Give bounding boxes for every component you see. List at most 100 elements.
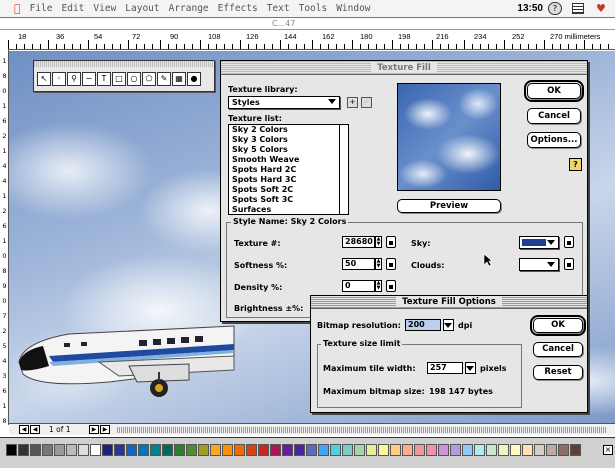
palette-swatch[interactable] [258, 444, 269, 456]
first-page-icon[interactable]: ◀ [19, 425, 29, 434]
list-item[interactable]: Spots Soft 2C [229, 185, 348, 195]
list-item[interactable]: Surfaces [229, 205, 348, 215]
palette-swatch[interactable] [306, 444, 317, 456]
help-menu-icon[interactable]: ? [548, 2, 562, 15]
help-icon[interactable]: ? [569, 158, 582, 171]
palette-swatch[interactable] [510, 444, 521, 456]
palette-swatch[interactable] [426, 444, 437, 456]
palette-swatch[interactable] [42, 444, 53, 456]
palette-swatch[interactable] [90, 444, 101, 456]
lock-icon[interactable] [564, 258, 574, 270]
menu-tools[interactable]: Tools [299, 3, 328, 14]
palette-swatch[interactable] [354, 444, 365, 456]
palette-swatch[interactable] [414, 444, 425, 456]
palette-swatch[interactable] [174, 444, 185, 456]
softness-field[interactable]: 50 [342, 258, 375, 270]
ellipse-tool-icon[interactable]: ○ [127, 72, 141, 86]
menu-window[interactable]: Window [336, 3, 370, 14]
lock-icon[interactable] [386, 258, 396, 270]
sky-color-picker[interactable] [519, 236, 559, 249]
options-ok-button[interactable]: OK [530, 315, 586, 336]
list-item[interactable]: Spots Hard 2C [229, 165, 348, 175]
add-texture-button[interactable]: + [347, 97, 358, 108]
list-item[interactable]: Spots Soft 3C [229, 195, 348, 205]
clouds-color-picker[interactable] [519, 258, 559, 271]
softness-stepper[interactable]: ▲ ▼ [375, 258, 382, 270]
palette-swatch[interactable] [330, 444, 341, 456]
horizontal-scrollbar[interactable] [117, 427, 607, 433]
palette-swatch[interactable] [186, 444, 197, 456]
toolbox-grip[interactable] [34, 61, 214, 67]
palette-swatch[interactable] [78, 444, 89, 456]
palette-swatch[interactable] [402, 444, 413, 456]
bitmap-resolution-field[interactable]: 200 [405, 319, 441, 331]
menu-edit[interactable]: Edit [62, 3, 85, 14]
lock-icon[interactable] [386, 236, 396, 248]
last-page-icon[interactable]: ▶ [100, 425, 110, 434]
menu-view[interactable]: View [93, 3, 116, 14]
palette-swatch[interactable] [462, 444, 473, 456]
rectangle-tool-icon[interactable]: □ [112, 72, 126, 86]
palette-swatch[interactable] [138, 444, 149, 456]
palette-swatch[interactable] [546, 444, 557, 456]
ok-button[interactable]: OK [524, 80, 584, 102]
palette-swatch[interactable] [270, 444, 281, 456]
bitmap-resolution-dropdown[interactable] [443, 319, 454, 331]
density-field[interactable]: 0 [342, 280, 375, 292]
no-fill-icon[interactable]: × [603, 445, 613, 455]
palette-swatch[interactable] [534, 444, 545, 456]
balloon-icon[interactable]: ♥ [596, 2, 606, 15]
texture-fill-title-bar[interactable]: Texture Fill [221, 61, 587, 75]
remove-texture-button[interactable]: - [361, 97, 372, 108]
zoom-tool-icon[interactable]: ⚲ [67, 72, 81, 86]
list-item[interactable]: Sky 2 Colors [229, 125, 348, 135]
list-item[interactable]: Smooth Weave [229, 155, 348, 165]
palette-swatch[interactable] [294, 444, 305, 456]
palette-swatch[interactable] [522, 444, 533, 456]
lock-icon[interactable] [386, 280, 396, 292]
options-button[interactable]: Options... [527, 132, 581, 148]
palette-swatch[interactable] [54, 444, 65, 456]
palette-swatch[interactable] [342, 444, 353, 456]
palette-swatch[interactable] [222, 444, 233, 456]
palette-swatch[interactable] [246, 444, 257, 456]
application-menu-icon[interactable] [572, 3, 584, 14]
list-item[interactable]: Sky 5 Colors [229, 145, 348, 155]
palette-swatch[interactable] [570, 444, 581, 456]
texture-number-field[interactable]: 28680 [342, 236, 375, 248]
menu-text[interactable]: Text [267, 3, 290, 14]
palette-swatch[interactable] [18, 444, 29, 456]
max-tile-width-field[interactable]: 257 [427, 362, 463, 374]
palette-swatch[interactable] [30, 444, 41, 456]
menu-layout[interactable]: Layout [125, 3, 159, 14]
palette-swatch[interactable] [450, 444, 461, 456]
shape-tool-icon[interactable]: ◦ [52, 72, 66, 86]
menu-effects[interactable]: Effects [218, 3, 258, 14]
palette-swatch[interactable] [438, 444, 449, 456]
fill-tool-icon[interactable]: ▦ [172, 72, 186, 86]
palette-swatch[interactable] [102, 444, 113, 456]
palette-swatch[interactable] [486, 444, 497, 456]
outline-tool-icon[interactable]: ✎ [157, 72, 171, 86]
palette-swatch[interactable] [234, 444, 245, 456]
apple-menu-icon[interactable]:  [14, 2, 21, 15]
palette-swatch[interactable] [198, 444, 209, 456]
palette-swatch[interactable] [282, 444, 293, 456]
previous-page-icon[interactable]: ◀ [30, 425, 40, 434]
texture-list[interactable]: Sky 2 Colors Sky 3 Colors Sky 5 Colors S… [228, 124, 349, 215]
cancel-button[interactable]: Cancel [527, 108, 581, 124]
airplane-illustration[interactable] [9, 300, 239, 410]
options-reset-button[interactable]: Reset [533, 365, 583, 380]
list-item[interactable]: Spots Hard 3C [229, 175, 348, 185]
palette-swatch[interactable] [6, 444, 17, 456]
menu-arrange[interactable]: Arrange [169, 3, 209, 14]
palette-swatch[interactable] [162, 444, 173, 456]
texture-library-dropdown[interactable]: Styles [228, 96, 340, 109]
freehand-tool-icon[interactable]: ∽ [82, 72, 96, 86]
palette-swatch[interactable] [318, 444, 329, 456]
pick-tool-icon[interactable]: ↖ [37, 72, 51, 86]
palette-swatch[interactable] [366, 444, 377, 456]
menu-file[interactable]: File [30, 3, 53, 14]
texture-list-scrollbar[interactable] [339, 125, 348, 214]
palette-swatch[interactable] [378, 444, 389, 456]
